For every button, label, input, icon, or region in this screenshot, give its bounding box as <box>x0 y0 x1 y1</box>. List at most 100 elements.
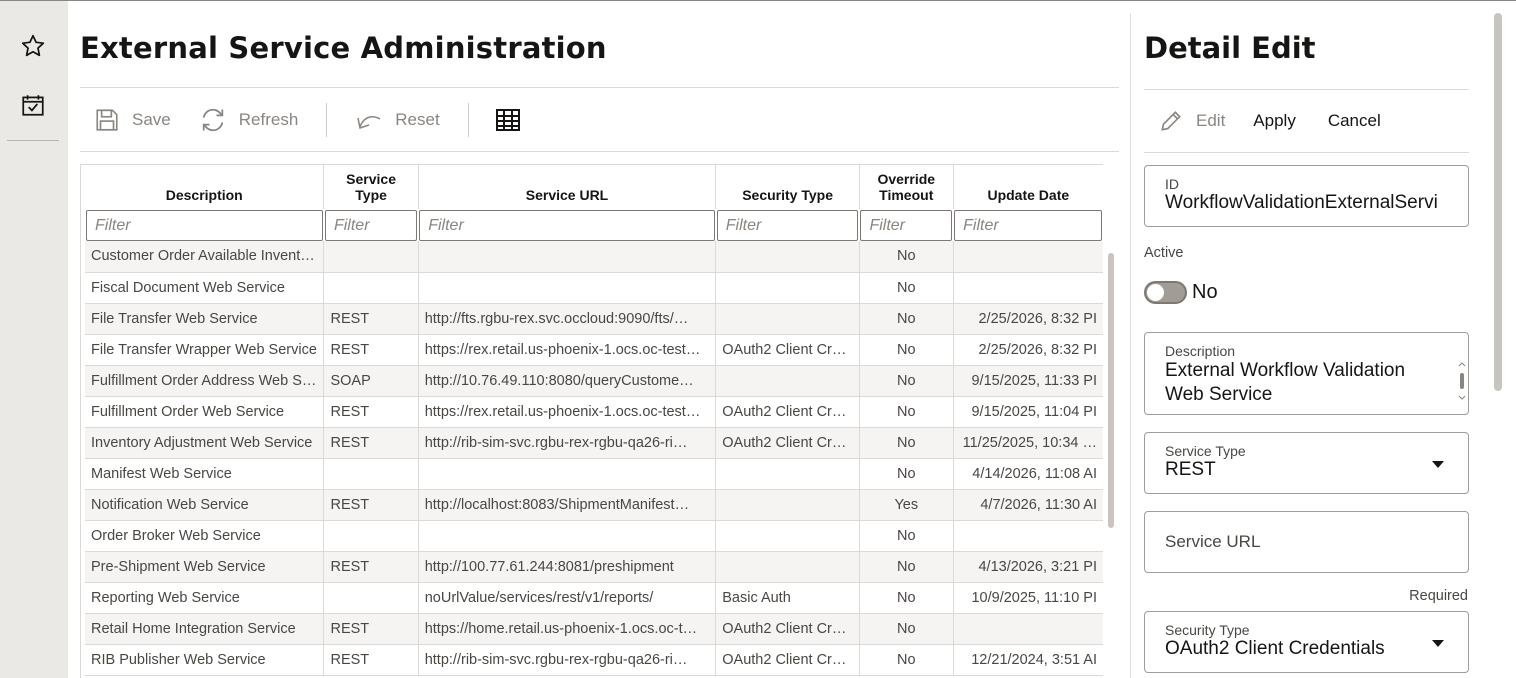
cell-service-url: https://rex.retail.us-phoenix-1.ocs.oc-t… <box>418 334 717 366</box>
table-row[interactable]: Fulfillment Order Address Web S… SOAP http… <box>85 365 1103 397</box>
cell-service-url <box>418 241 717 273</box>
id-label: ID <box>1165 176 1179 192</box>
cell-service-type <box>323 520 419 552</box>
edit-button[interactable]: Edit <box>1144 101 1239 141</box>
filter-input[interactable]: Filter <box>954 209 1102 241</box>
cell-description: Customer Order Available Invent… <box>85 241 325 273</box>
cell-security-type: OAuth2 Client Cr… <box>715 613 860 645</box>
column-header-service-type[interactable]: Service Type <box>323 165 419 209</box>
security-type-select[interactable]: Security Type OAuth2 Client Credentials <box>1144 611 1469 673</box>
cell-service-url: http://100.77.61.244:8081/preshipment <box>418 551 717 583</box>
cell-update-date <box>953 613 1103 645</box>
column-header-update-date[interactable]: Update Date <box>953 165 1103 209</box>
cell-security-type: OAuth2 Client Cr… <box>715 396 860 428</box>
service-url-field[interactable]: Service URL <box>1144 511 1469 573</box>
toggle-switch[interactable] <box>1144 281 1187 304</box>
table-row[interactable]: File Transfer Web Service REST http://fts.… <box>85 303 1103 335</box>
table-row[interactable]: File Transfer Wrapper Web Service REST htt… <box>85 334 1103 366</box>
table-row[interactable]: Inventory Adjustment Web Service REST http… <box>85 427 1103 459</box>
table-row[interactable]: Order Broker Web Service No <box>85 520 1103 552</box>
column-header-service-url[interactable]: Service URL <box>418 165 717 209</box>
cell-override-timeout: No <box>859 613 954 645</box>
filter-input[interactable]: Filter <box>324 209 418 241</box>
cell-update-date: 9/15/2025, 11:04 PI <box>953 396 1103 428</box>
table-row[interactable]: Notification Web Service REST http://local… <box>85 489 1103 521</box>
filter-input[interactable]: Filter <box>419 209 715 241</box>
table-scrollbar[interactable] <box>1106 241 1116 678</box>
table-view-button[interactable] <box>483 101 545 139</box>
id-field[interactable]: ID WorkflowValidationExternalServi <box>1144 165 1469 227</box>
service-type-select[interactable]: Service Type REST <box>1144 432 1469 494</box>
column-header-security-type[interactable]: Security Type <box>715 165 860 209</box>
cell-security-type <box>715 489 860 521</box>
cell-update-date: 4/13/2026, 3:21 PI <box>953 551 1103 583</box>
cell-service-url: http://rib-sim-svc.rgbu-rex-rgbu-qa26-ri… <box>418 644 717 676</box>
table-row[interactable]: Pre-Shipment Web Service REST http://100.7… <box>85 551 1103 583</box>
cell-service-type: REST <box>323 489 419 521</box>
cell-update-date <box>953 241 1103 273</box>
cell-security-type: OAuth2 Client Cr… <box>715 427 860 459</box>
table-row[interactable]: Retail Home Integration Service REST https… <box>85 613 1103 645</box>
table-row[interactable]: Customer Order Available Invent… No <box>85 241 1103 273</box>
refresh-button[interactable]: Refresh <box>185 101 313 139</box>
cancel-button[interactable]: Cancel <box>1314 101 1395 141</box>
cell-description: Pre-Shipment Web Service <box>85 551 325 583</box>
star-icon[interactable] <box>18 31 48 61</box>
toggle-knob <box>1147 284 1164 301</box>
service-table: Description Service Type Service URL Sec… <box>80 164 1103 678</box>
title-divider <box>80 87 1119 88</box>
undo-icon <box>357 116 381 129</box>
table-scrollbar-thumb[interactable] <box>1108 253 1114 528</box>
cell-override-timeout: No <box>859 272 954 304</box>
page-scrollbar-thumb[interactable] <box>1494 13 1502 391</box>
table-row[interactable]: RIB Publisher Web Service REST http://rib-… <box>85 644 1103 676</box>
task-check-icon[interactable] <box>18 90 48 120</box>
cell-description: Notification Web Service <box>85 489 325 521</box>
filter-input[interactable]: Filter <box>86 209 323 241</box>
description-line-1: External Workflow Validation <box>1165 360 1406 381</box>
table-row[interactable]: Fulfillment Order Web Service REST https:/… <box>85 396 1103 428</box>
cell-description: File Transfer Web Service <box>85 303 325 335</box>
required-hint: Required <box>1409 588 1468 604</box>
cell-security-type <box>715 551 860 583</box>
cell-service-type: REST <box>323 427 419 459</box>
apply-button[interactable]: Apply <box>1239 101 1310 141</box>
cell-description: Manifest Web Service <box>85 458 325 490</box>
refresh-label: Refresh <box>238 110 299 129</box>
cell-service-type <box>323 272 419 304</box>
cell-service-type <box>323 458 419 490</box>
table-row[interactable]: Fiscal Document Web Service No <box>85 272 1103 304</box>
cell-security-type: OAuth2 Client Cr… <box>715 334 860 366</box>
cell-update-date: 12/21/2024, 3:51 AI <box>953 644 1103 676</box>
rail-divider <box>7 140 59 141</box>
table-row[interactable]: Manifest Web Service No 4/14/2026, 11:08 A… <box>85 458 1103 490</box>
cell-update-date: 11/25/2025, 10:34 … <box>953 427 1103 459</box>
filter-input[interactable]: Filter <box>860 209 953 241</box>
column-header-override-timeout[interactable]: Override Timeout <box>859 165 954 209</box>
cell-update-date: 10/9/2025, 11:10 PI <box>953 582 1103 614</box>
cell-service-url: http://fts.rgbu-rex.svc.occloud:9090/fts… <box>418 303 717 335</box>
id-value: WorkflowValidationExternalServi <box>1165 192 1438 213</box>
textarea-scroll-icon[interactable] <box>1458 361 1466 401</box>
cell-service-type <box>323 241 419 273</box>
cell-service-type: SOAP <box>323 365 419 397</box>
filter-input[interactable]: Filter <box>716 209 859 241</box>
cell-override-timeout: No <box>859 582 954 614</box>
active-toggle[interactable]: No <box>1144 281 1218 304</box>
save-button[interactable]: Save <box>80 101 185 139</box>
toolbar-divider <box>467 103 469 137</box>
filter-row: Filter Filter Filter Filter Filter Filte… <box>85 209 1103 241</box>
cell-description: File Transfer Wrapper Web Service <box>85 334 325 366</box>
save-icon <box>96 109 118 131</box>
cell-description: Inventory Adjustment Web Service <box>85 427 325 459</box>
reset-button[interactable]: Reset <box>341 101 453 139</box>
cell-description: Reporting Web Service <box>85 582 325 614</box>
security-type-label: Security Type <box>1165 622 1250 638</box>
column-header-description[interactable]: Description <box>85 165 325 209</box>
page-scrollbar[interactable] <box>1492 1 1512 678</box>
toolbar-divider <box>326 103 328 137</box>
description-field[interactable]: Description External Workflow Validation… <box>1144 332 1469 415</box>
service-type-label: Service Type <box>1165 443 1246 459</box>
table-row[interactable]: Reporting Web Service noUrlValue/services… <box>85 582 1103 614</box>
cell-service-url: http://rib-sim-svc.rgbu-rex-rgbu-qa26-ri… <box>418 427 717 459</box>
